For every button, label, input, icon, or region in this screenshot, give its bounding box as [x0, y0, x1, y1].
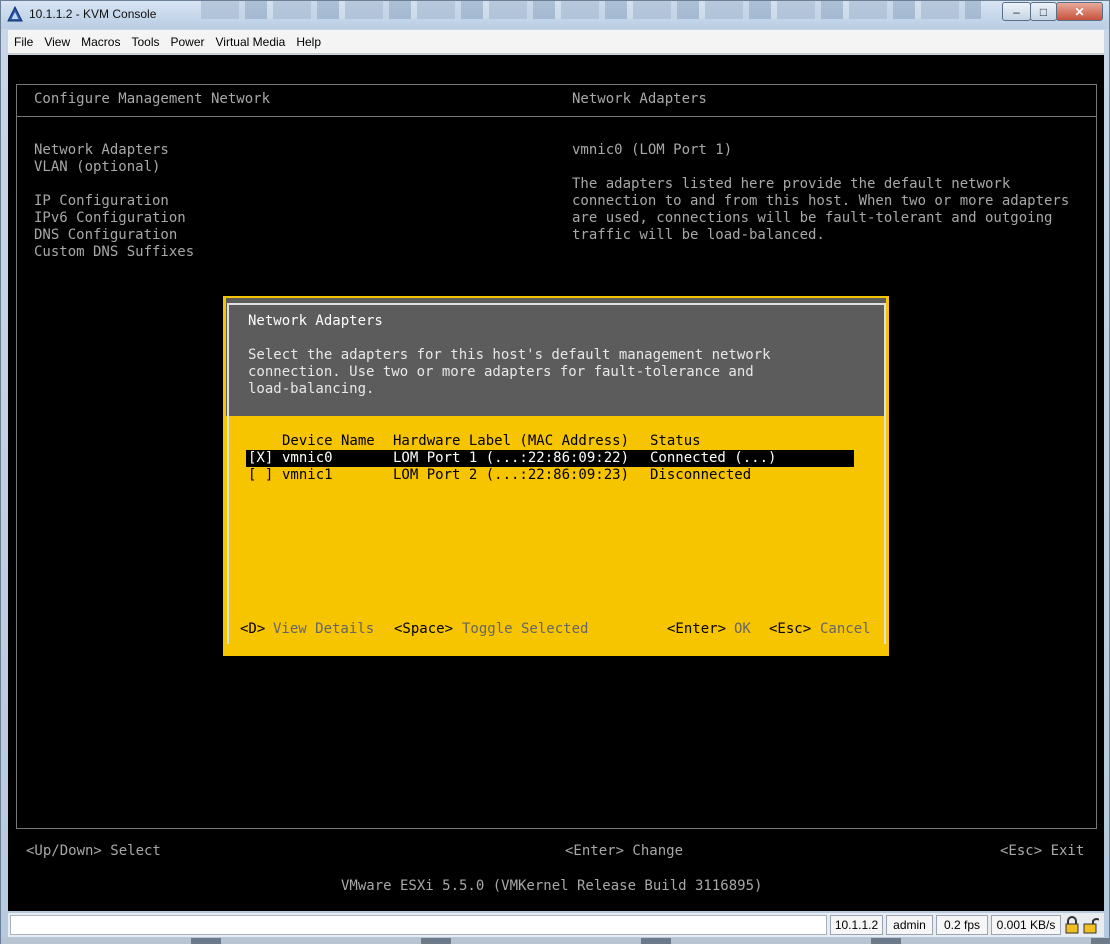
ok-action[interactable]: OK [734, 621, 751, 638]
nav-item-custom-dns-suffixes[interactable]: Custom DNS Suffixes [34, 244, 194, 261]
footer-exit-hint: <Esc> Exit [1000, 843, 1085, 859]
right-panel-description-line: traffic will be load-balanced. [572, 227, 825, 243]
column-header-status: Status [650, 433, 701, 449]
status-user: admin [886, 915, 933, 935]
view-details-key[interactable]: <D> [240, 621, 265, 638]
dialog-description-line: connection. Use two or more adapters for… [248, 364, 754, 380]
menu-power[interactable]: Power [171, 35, 205, 49]
adapter-hardware-label: LOM Port 2 (...:22:86:09:23) [393, 467, 630, 483]
menu-tools[interactable]: Tools [131, 35, 159, 49]
nav-item-ip-configuration[interactable]: IP Configuration [34, 193, 169, 210]
lock-icon [1065, 916, 1079, 934]
esxi-version-line: VMware ESXi 5.5.0 (VMKernel Release Buil… [341, 878, 763, 894]
status-fps: 0.2 fps [936, 915, 988, 935]
nav-item-dns-configuration[interactable]: DNS Configuration [34, 227, 177, 244]
right-panel-description-line: The adapters listed here provide the def… [572, 176, 1011, 192]
column-header-hardware-label: Hardware Label (MAC Address) [393, 433, 630, 449]
adapter-device-name: vmnic0 [282, 450, 333, 466]
status-rate: 0.001 KB/s [991, 915, 1061, 935]
adapter-device-name: vmnic1 [282, 467, 333, 483]
right-panel-subtitle: vmnic0 (LOM Port 1) [572, 142, 733, 158]
status-bar: 10.1.1.2 admin 0.2 fps 0.001 KB/s [8, 913, 1104, 937]
menu-file[interactable]: File [14, 35, 33, 49]
network-adapters-dialog: Network Adapters Select the adapters for… [223, 296, 889, 656]
title-bar[interactable]: 10.1.1.2 - KVM Console ‒ □ ✕ [1, 1, 1109, 29]
cancel-action[interactable]: Cancel [820, 621, 871, 638]
menu-macros[interactable]: Macros [81, 35, 120, 49]
toggle-selected-action[interactable]: Toggle Selected [462, 621, 588, 638]
header-divider [16, 116, 1097, 117]
remote-console-screen[interactable]: Configure Management Network Network Ada… [8, 55, 1104, 911]
adapter-status: Connected (...) [650, 450, 777, 466]
footer-select-hint: <Up/Down> Select [26, 843, 161, 859]
view-details-action[interactable]: View Details [273, 621, 374, 638]
nav-item-vlan[interactable]: VLAN (optional) [34, 159, 160, 176]
taskbar-edge [1, 938, 1110, 944]
right-panel-description-line: are used, connections will be fault-tole… [572, 210, 1053, 226]
app-icon [7, 6, 23, 22]
close-button[interactable]: ✕ [1056, 2, 1103, 21]
footer-change-hint: <Enter> Change [565, 843, 684, 859]
cancel-key[interactable]: <Esc> [769, 621, 811, 638]
kvm-console-window: 10.1.1.2 - KVM Console ‒ □ ✕ File View M… [0, 0, 1110, 944]
window-title: 10.1.1.2 - KVM Console [29, 7, 157, 21]
title-bar-background-tabs [201, 1, 981, 19]
dialog-description-line: Select the adapters for this host's defa… [248, 347, 771, 363]
nav-item-network-adapters[interactable]: Network Adapters [34, 142, 169, 159]
right-panel-header: Network Adapters [572, 91, 707, 107]
adapter-hardware-label: LOM Port 1 (...:22:86:09:22) [393, 450, 630, 466]
status-host: 10.1.1.2 [830, 915, 883, 935]
dialog-title: Network Adapters [248, 313, 383, 329]
status-message-area [10, 915, 827, 935]
menu-view[interactable]: View [44, 35, 70, 49]
adapter-status: Disconnected [650, 467, 752, 483]
maximize-button[interactable]: □ [1030, 2, 1057, 21]
column-header-device: Device Name [282, 433, 375, 449]
dialog-description-line: load-balancing. [248, 381, 375, 397]
adapter-checkbox[interactable]: [X] [248, 450, 273, 467]
menu-virtual-media[interactable]: Virtual Media [216, 35, 286, 49]
minimize-button[interactable]: ‒ [1002, 2, 1031, 21]
toggle-selected-key[interactable]: <Space> [394, 621, 453, 638]
menu-help[interactable]: Help [296, 35, 321, 49]
ok-key[interactable]: <Enter> [667, 621, 726, 638]
adapter-checkbox[interactable]: [ ] [248, 467, 273, 484]
nav-item-ipv6-configuration[interactable]: IPv6 Configuration [34, 210, 186, 227]
menu-bar: File View Macros Tools Power Virtual Med… [8, 30, 1104, 54]
right-panel-description-line: connection to and from this host. When t… [572, 193, 1070, 209]
left-panel-header: Configure Management Network [34, 91, 271, 107]
unlock-icon [1083, 918, 1099, 934]
